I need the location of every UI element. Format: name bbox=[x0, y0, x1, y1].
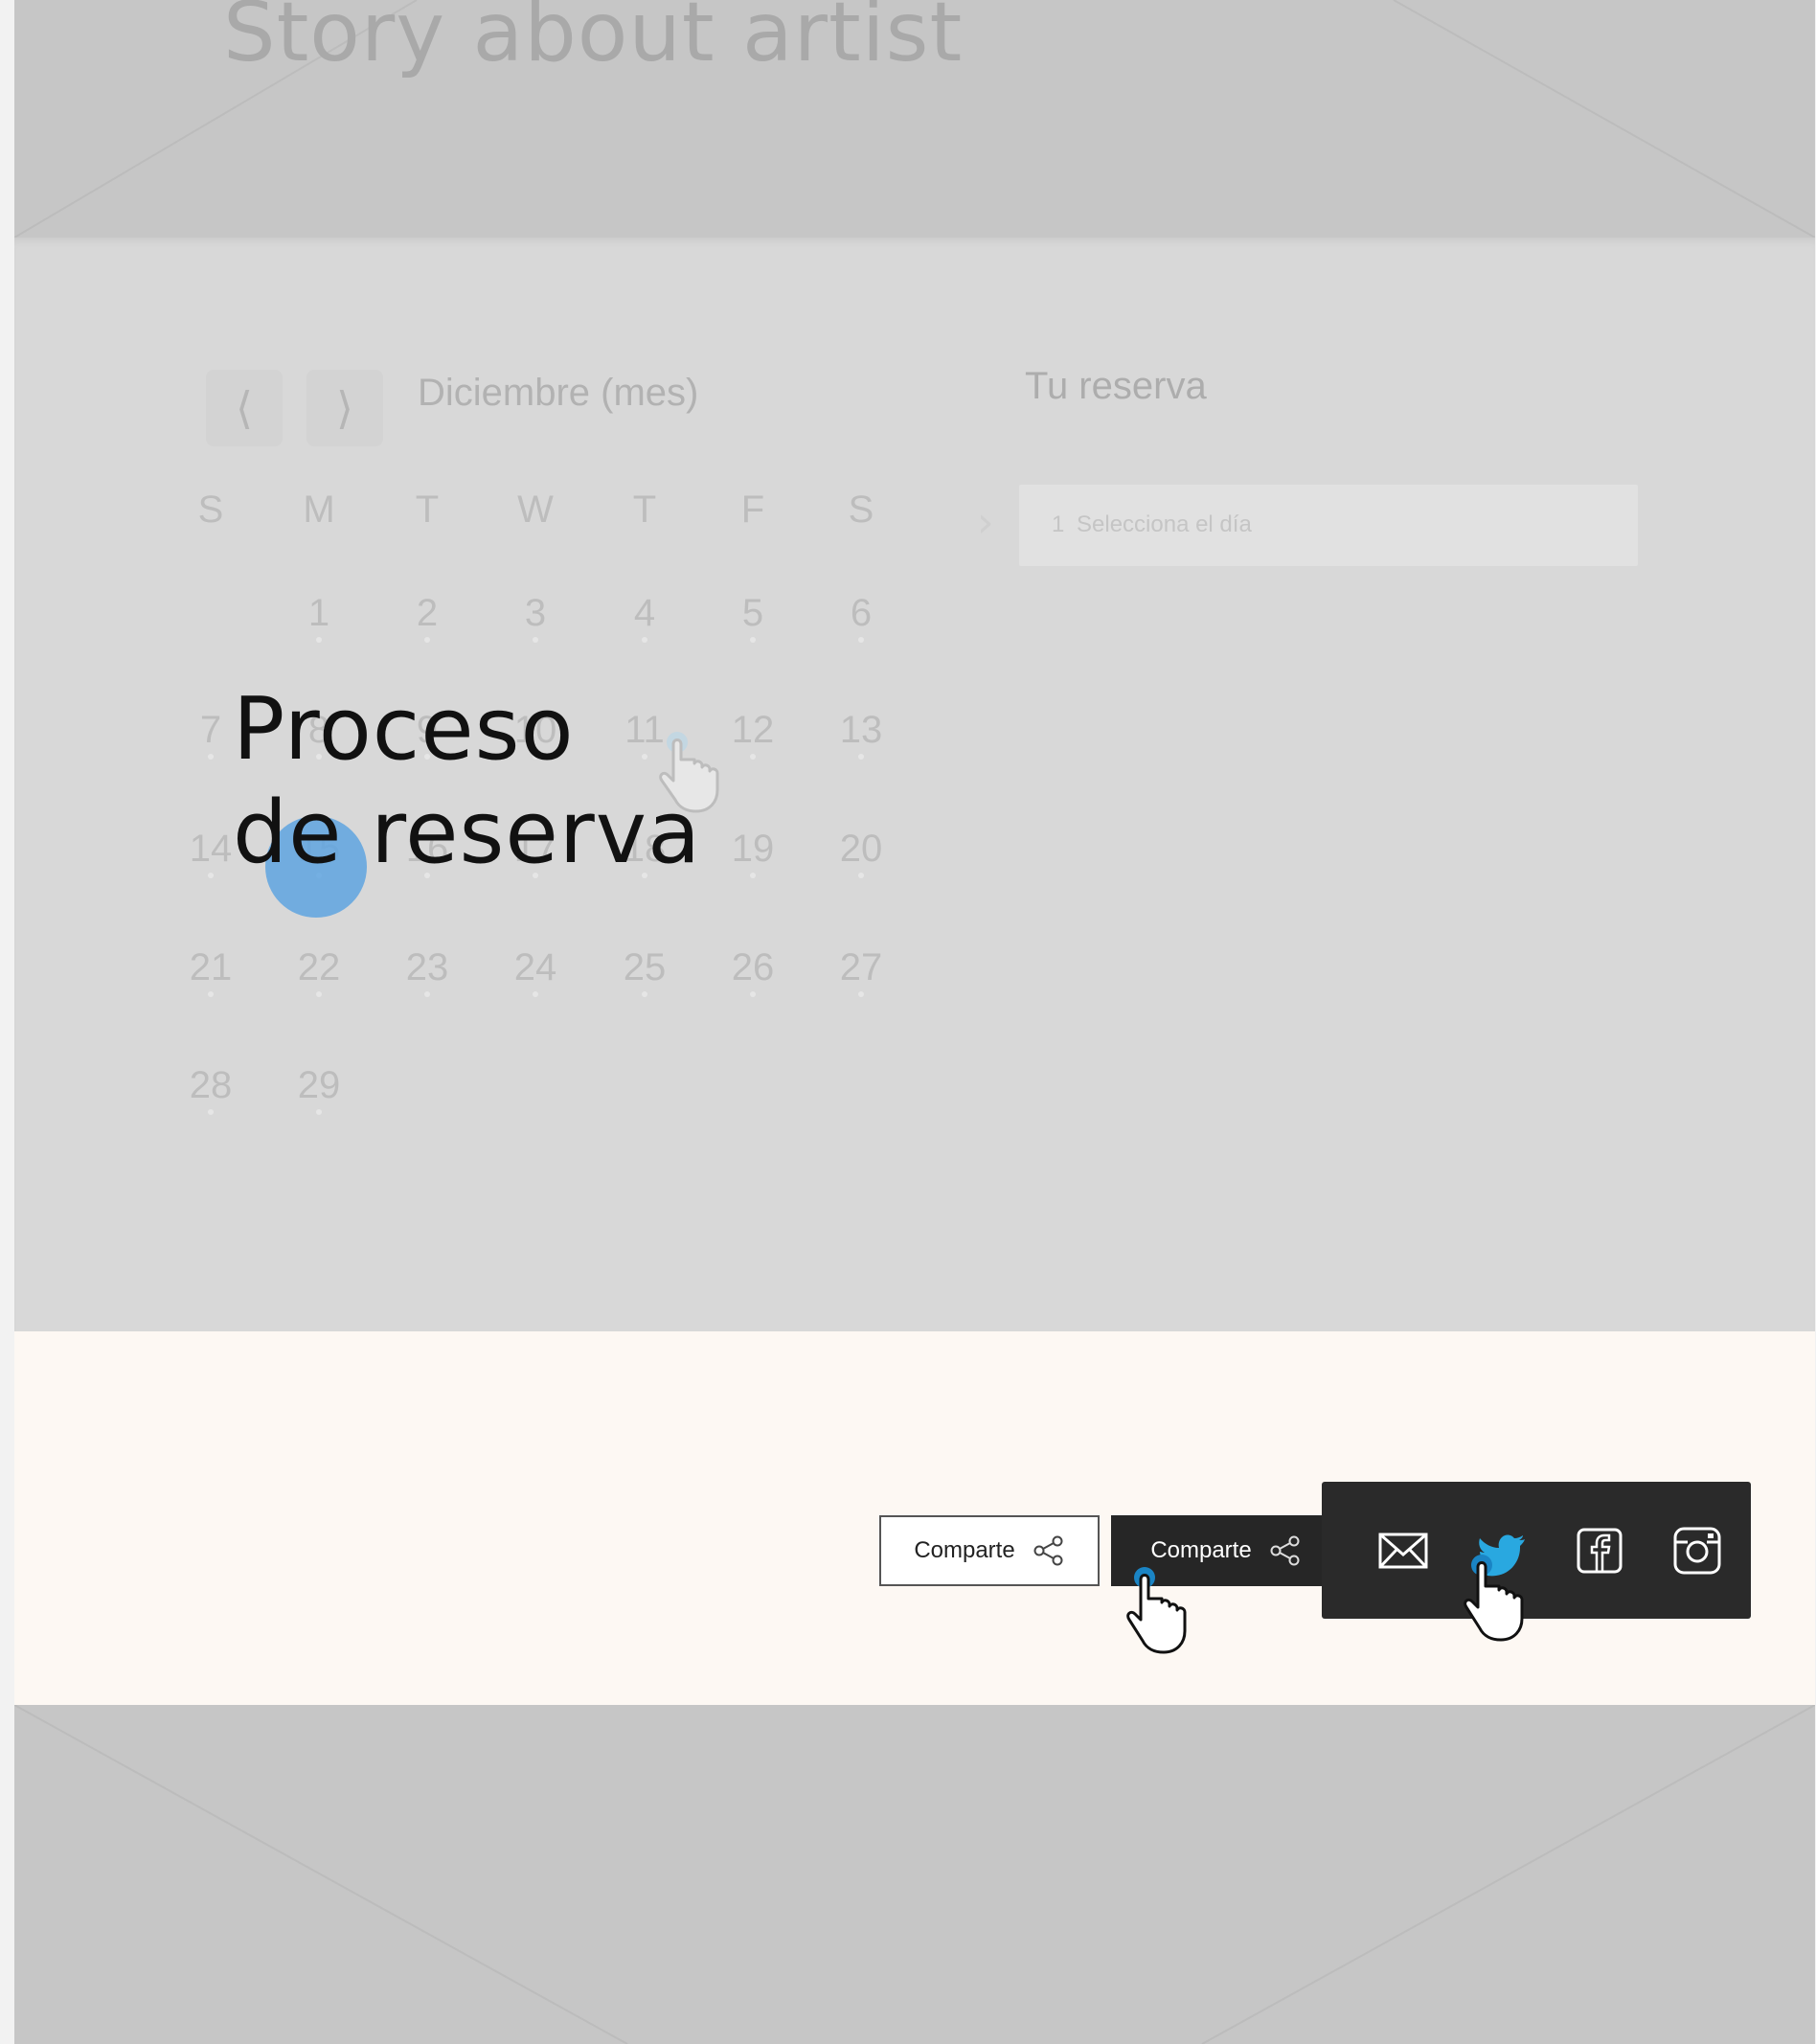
calendar-day[interactable]: 29 bbox=[281, 1064, 357, 1115]
weekday-label: S bbox=[197, 488, 224, 531]
calendar-day[interactable]: 22 bbox=[281, 946, 357, 997]
hero-image-placeholder: Story about artist bbox=[14, 0, 1815, 238]
calendar-day[interactable]: 4 bbox=[606, 592, 683, 643]
share-button-default[interactable]: Comparte bbox=[879, 1515, 1100, 1586]
weekday-label: T bbox=[632, 488, 657, 531]
calendar-section: ⟨ ⟩ Diciembre (mes) S M T W T F S 1 2 3 … bbox=[14, 238, 1815, 1331]
calendar-day[interactable]: 3 bbox=[497, 592, 574, 643]
weekday-label: F bbox=[740, 488, 765, 531]
placeholder-cross-lines bbox=[14, 1705, 1815, 2044]
calendar-day[interactable]: 21 bbox=[172, 946, 249, 997]
month-label: Diciembre (mes) bbox=[418, 372, 699, 414]
hero-title: Story about artist bbox=[223, 0, 964, 80]
share-icon bbox=[1270, 1535, 1300, 1566]
page: Story about artist ⟨ ⟩ Diciembre (mes) S… bbox=[0, 0, 1816, 2044]
calendar-day[interactable]: 23 bbox=[389, 946, 465, 997]
calendar-day[interactable]: 27 bbox=[823, 946, 899, 997]
calendar-day[interactable]: 20 bbox=[823, 828, 899, 878]
hand-pointer-icon bbox=[659, 732, 719, 813]
calendar-day[interactable]: 2 bbox=[389, 592, 465, 643]
overlay-title-line2: de reserva bbox=[233, 783, 702, 883]
calendar-day[interactable]: 19 bbox=[715, 828, 791, 878]
mail-icon[interactable] bbox=[1376, 1524, 1430, 1578]
share-label: Comparte bbox=[914, 1537, 1015, 1563]
calendar-day[interactable]: 5 bbox=[715, 592, 791, 643]
calendar-day[interactable]: 28 bbox=[172, 1064, 249, 1115]
weekday-label: M bbox=[303, 488, 335, 531]
step-number: 1 bbox=[1052, 511, 1065, 537]
calendar-day[interactable]: 24 bbox=[497, 946, 574, 997]
booking-step-field[interactable]: 1 Selecciona el día bbox=[1019, 485, 1638, 566]
instagram-icon[interactable] bbox=[1670, 1524, 1724, 1578]
calendar-day[interactable]: 6 bbox=[823, 592, 899, 643]
overlay-title: Proceso de reserva bbox=[233, 678, 701, 885]
facebook-icon[interactable] bbox=[1573, 1524, 1626, 1578]
overlay-title-line1: Proceso bbox=[233, 679, 575, 780]
calendar-day[interactable]: 25 bbox=[606, 946, 683, 997]
weekday-label: S bbox=[848, 488, 874, 531]
weekday-label: T bbox=[415, 488, 440, 531]
hand-pointer-icon bbox=[1126, 1567, 1187, 1654]
footer-image-placeholder bbox=[14, 1705, 1815, 2044]
calendar-day[interactable]: 13 bbox=[823, 709, 899, 760]
weekday-label: W bbox=[517, 488, 554, 531]
share-label: Comparte bbox=[1150, 1537, 1252, 1563]
calendar-day[interactable]: 12 bbox=[715, 709, 791, 760]
calendar-day[interactable]: 1 bbox=[281, 592, 357, 643]
previous-month-button[interactable]: ⟨ bbox=[206, 370, 283, 446]
share-icon bbox=[1033, 1535, 1063, 1566]
booking-title: Tu reserva bbox=[1025, 365, 1207, 407]
share-section: Comparte Comparte bbox=[14, 1331, 1815, 1705]
next-month-button[interactable]: ⟩ bbox=[306, 370, 383, 446]
chevron-right-icon: › bbox=[977, 498, 994, 547]
left-gutter bbox=[0, 0, 14, 2044]
hand-pointer-icon bbox=[1464, 1555, 1524, 1642]
step-placeholder: Selecciona el día bbox=[1077, 511, 1252, 537]
calendar-day[interactable]: 26 bbox=[715, 946, 791, 997]
share-options-panel bbox=[1322, 1482, 1751, 1619]
